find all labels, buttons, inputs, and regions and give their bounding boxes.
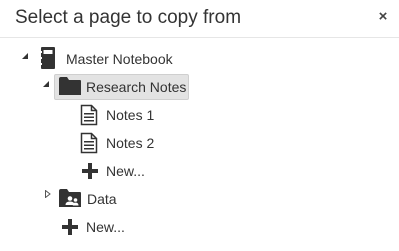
tree-item-label: Research Notes bbox=[86, 79, 187, 95]
tree-item-label: Notes 2 bbox=[106, 135, 155, 151]
expand-toggle-icon[interactable] bbox=[21, 52, 29, 60]
tree-item-label: Master Notebook bbox=[66, 51, 173, 67]
shared-folder-icon bbox=[59, 189, 81, 207]
tree-item-notes-2[interactable]: Notes 2 bbox=[80, 131, 200, 155]
tree-item-research-notes[interactable]: Research Notes bbox=[42, 74, 192, 100]
page-icon bbox=[80, 132, 98, 154]
dialog-header: Select a page to copy from × bbox=[0, 0, 399, 38]
new-section-item[interactable]: New... bbox=[62, 215, 182, 239]
tree-item-master-notebook[interactable]: Master Notebook bbox=[20, 47, 220, 71]
collapse-toggle-icon[interactable] bbox=[44, 190, 52, 198]
folder-icon bbox=[59, 77, 81, 95]
notebook-icon bbox=[40, 47, 55, 69]
expand-toggle-icon[interactable] bbox=[42, 80, 50, 88]
tree-item-label: New... bbox=[86, 219, 125, 235]
plus-icon bbox=[62, 219, 78, 235]
tree-item-label: Notes 1 bbox=[106, 107, 155, 123]
tree-item-label: Data bbox=[87, 191, 117, 207]
page-icon bbox=[80, 104, 98, 126]
plus-icon bbox=[82, 163, 98, 179]
close-icon[interactable]: × bbox=[375, 9, 391, 25]
tree-item-data[interactable]: Data bbox=[44, 187, 164, 211]
tree-item-label: New... bbox=[106, 163, 145, 179]
new-page-item[interactable]: New... bbox=[82, 159, 202, 183]
dialog-title: Select a page to copy from bbox=[15, 7, 242, 28]
tree-item-notes-1[interactable]: Notes 1 bbox=[80, 103, 200, 127]
copy-page-dialog: Select a page to copy from × Master Note… bbox=[0, 0, 399, 251]
